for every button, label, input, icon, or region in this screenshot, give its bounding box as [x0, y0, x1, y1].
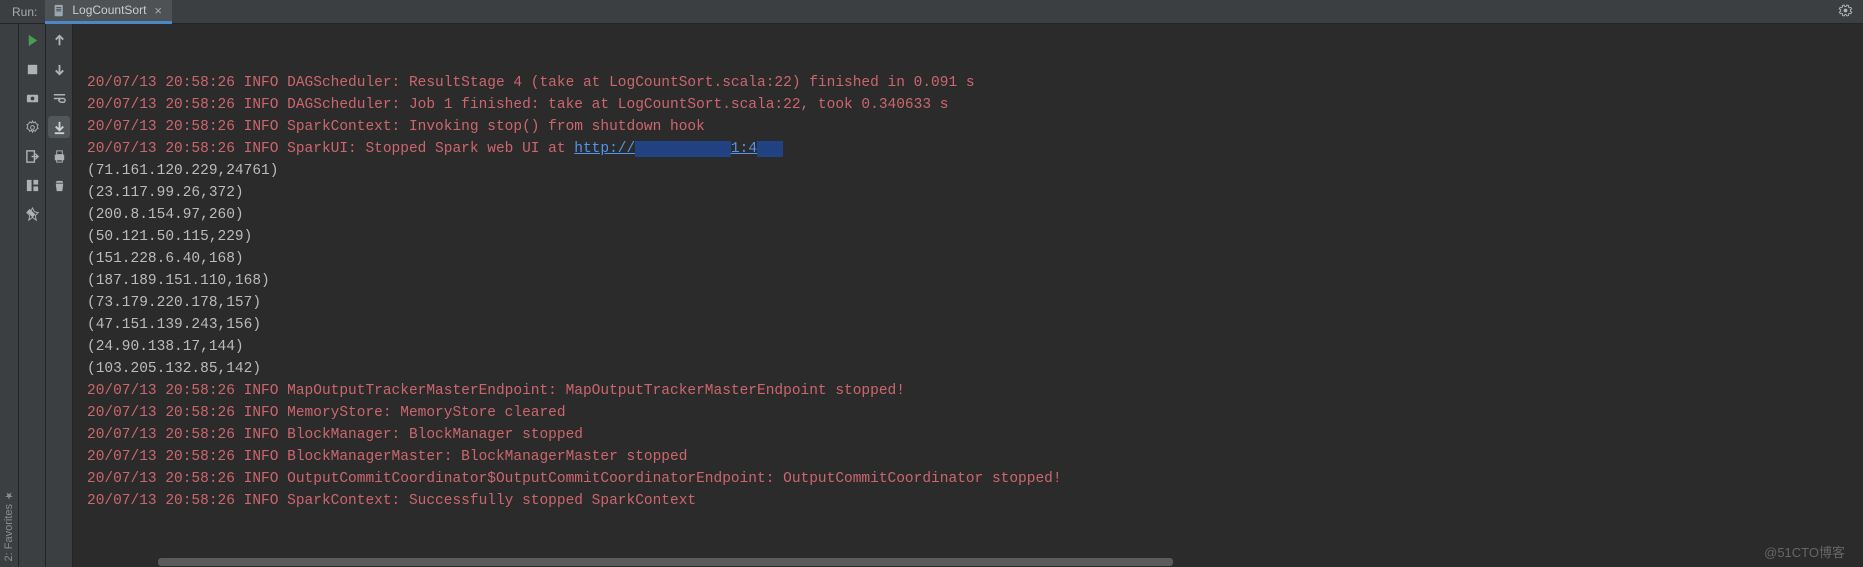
console-line: (47.151.139.243,156) — [87, 314, 1863, 336]
redacted-text: xxxxxxxxxxx — [635, 141, 731, 157]
console-line: 20/07/13 20:58:26 INFO BlockManager: Blo… — [87, 424, 1863, 446]
console-line: (73.179.220.178,157) — [87, 292, 1863, 314]
console-line: 20/07/13 20:58:26 INFO SparkContext: Inv… — [87, 116, 1863, 138]
close-tab-icon[interactable]: × — [152, 3, 164, 18]
dump-threads-button[interactable] — [21, 87, 43, 109]
url-link[interactable]: 1:4 — [731, 141, 757, 157]
console-tools-column — [46, 24, 73, 567]
console-line: (151.228.6.40,168) — [87, 248, 1863, 270]
scroll-down-icon[interactable] — [48, 58, 70, 80]
run-label: Run: — [0, 5, 45, 19]
scroll-to-end-icon[interactable] — [48, 116, 70, 138]
run-actions-column — [19, 24, 46, 567]
console-line: (200.8.154.97,260) — [87, 204, 1863, 226]
scroll-up-icon[interactable] — [48, 29, 70, 51]
run-tab-label: LogCountSort — [72, 3, 146, 17]
console-line: 20/07/13 20:58:26 INFO SparkUI: Stopped … — [87, 138, 1863, 160]
console-line: (23.117.99.26,372) — [87, 182, 1863, 204]
watermark-text: @51CTO博客 — [1764, 542, 1845, 561]
console-line: 20/07/13 20:58:26 INFO SparkContext: Suc… — [87, 490, 1863, 512]
run-tab-logcountsort[interactable]: LogCountSort × — [45, 0, 172, 24]
left-gutter: 2: Favorites★ — [0, 24, 19, 567]
redacted-text: xxx — [757, 141, 783, 157]
rerun-button[interactable] — [21, 29, 43, 51]
layout-button[interactable] — [21, 174, 43, 196]
console-output[interactable]: 20/07/13 20:58:26 INFO DAGScheduler: Res… — [73, 24, 1863, 567]
console-line: 20/07/13 20:58:26 INFO MemoryStore: Memo… — [87, 402, 1863, 424]
console-line: 20/07/13 20:58:26 INFO BlockManagerMaste… — [87, 446, 1863, 468]
pin-button[interactable] — [21, 203, 43, 225]
print-icon[interactable] — [48, 145, 70, 167]
soft-wrap-icon[interactable] — [48, 87, 70, 109]
console-line: 20/07/13 20:58:26 INFO DAGScheduler: Res… — [87, 72, 1863, 94]
run-toolbar: Run: LogCountSort × — [0, 0, 1863, 24]
console-line: (71.161.120.229,24761) — [87, 160, 1863, 182]
console-line: 20/07/13 20:58:26 INFO MapOutputTrackerM… — [87, 380, 1863, 402]
url-link[interactable]: http:// — [574, 141, 635, 157]
console-line: 20/07/13 20:58:26 INFO DAGScheduler: Job… — [87, 94, 1863, 116]
console-line: 20/07/13 20:58:26 INFO OutputCommitCoord… — [87, 468, 1863, 490]
console-line: (103.205.132.85,142) — [87, 358, 1863, 380]
console-line: (50.121.50.115,229) — [87, 226, 1863, 248]
favorites-tool-button[interactable]: 2: Favorites★ — [3, 489, 15, 561]
console-line: (24.90.138.17,144) — [87, 336, 1863, 358]
settings-gear-icon[interactable] — [1838, 3, 1853, 21]
stop-button[interactable] — [21, 58, 43, 80]
file-icon — [53, 4, 66, 17]
exit-button[interactable] — [21, 145, 43, 167]
horizontal-scrollbar-thumb[interactable] — [158, 558, 1173, 566]
clear-all-icon[interactable] — [48, 174, 70, 196]
edit-run-config-button[interactable] — [21, 116, 43, 138]
console-line: (187.189.151.110,168) — [87, 270, 1863, 292]
